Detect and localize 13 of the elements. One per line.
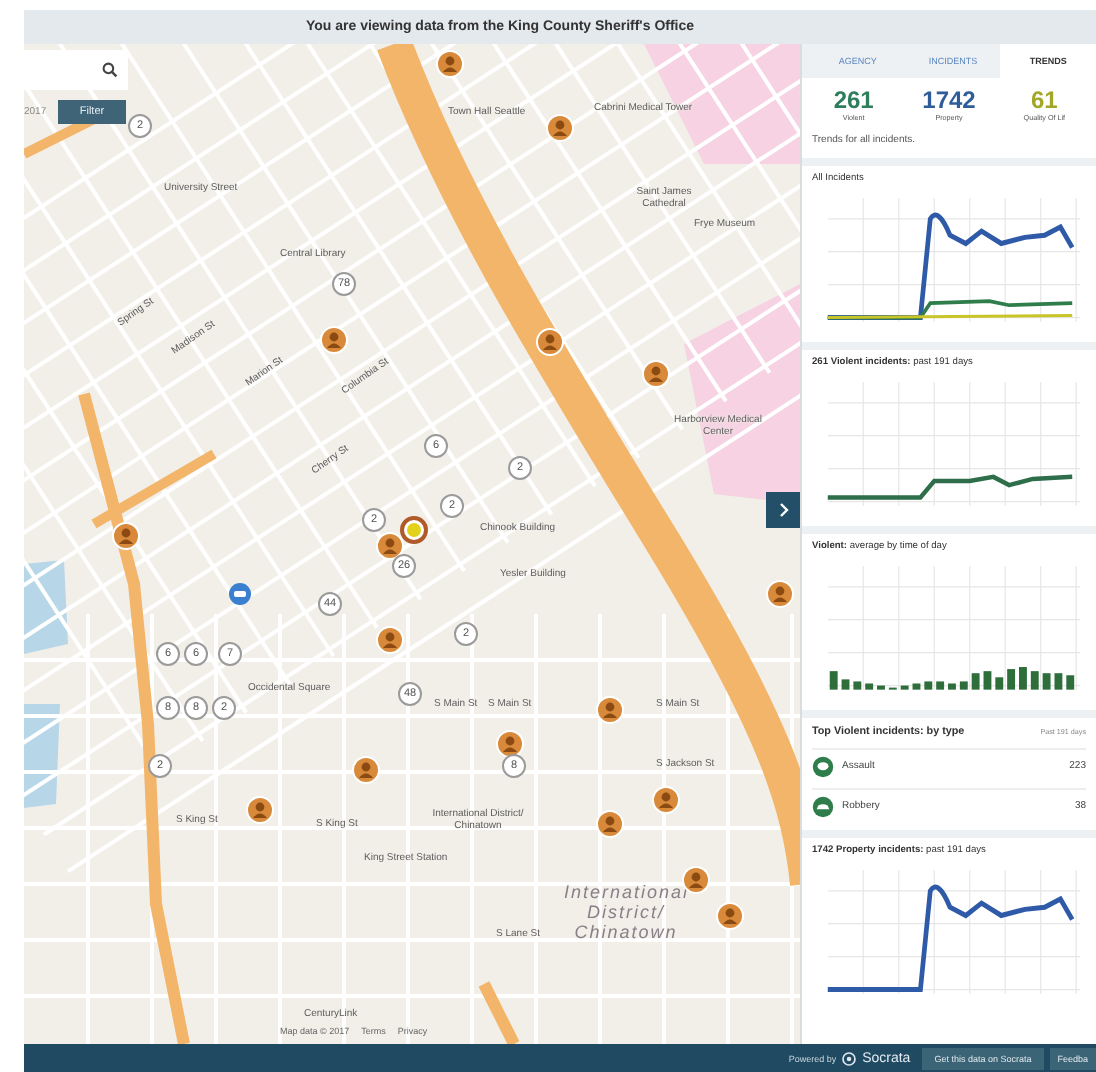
stat-value: 1742	[922, 86, 976, 114]
logo-icon	[842, 1051, 857, 1065]
district-label: International District/ Chinatown	[564, 884, 688, 944]
train-icon	[228, 582, 252, 606]
highlight-marker-icon[interactable]	[400, 516, 428, 544]
chevron-right-icon	[777, 502, 789, 518]
search-icon	[102, 62, 118, 78]
stat-value: 261	[833, 86, 874, 114]
speech-bubble-icon	[812, 755, 834, 777]
collapse-button[interactable]	[766, 492, 800, 528]
stat-value: 61	[1031, 86, 1058, 114]
car-icon	[812, 795, 834, 817]
search-field[interactable]	[24, 50, 128, 90]
